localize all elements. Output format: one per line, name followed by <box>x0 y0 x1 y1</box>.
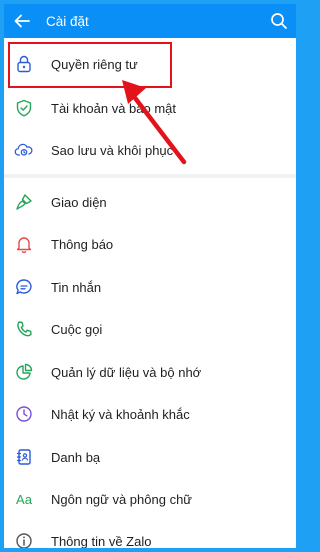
menu-item-label: Thông tin về Zalo <box>51 533 152 549</box>
phone-icon <box>14 319 34 339</box>
menu-item-label: Quản lý dữ liệu và bộ nhớ <box>51 364 202 380</box>
menu-item-label: Cuộc gọi <box>51 321 103 337</box>
lock-icon <box>14 54 34 74</box>
account-settings-group: Quyền riêng tư Tài khoản và bảo mật Sao … <box>4 38 296 174</box>
menu-item-data-storage[interactable]: Quản lý dữ liệu và bộ nhớ <box>4 351 296 393</box>
app-header: Cài đặt <box>4 4 296 38</box>
menu-item-label: Quyền riêng tư <box>51 56 138 72</box>
general-settings-group: Giao diện Thông báo Tin nhắn Cuộc gọi Qu… <box>4 178 296 548</box>
menu-item-messages[interactable]: Tin nhắn <box>4 266 296 308</box>
contact-book-icon <box>14 447 34 467</box>
menu-item-label: Giao diện <box>51 194 107 210</box>
menu-item-notifications[interactable]: Thông báo <box>4 223 296 265</box>
menu-item-about-zalo[interactable]: Thông tin về Zalo <box>4 520 296 548</box>
menu-item-language-font[interactable]: Aa Ngôn ngữ và phông chữ <box>4 478 296 520</box>
clock-icon <box>14 404 34 424</box>
font-aa-icon: Aa <box>14 489 34 509</box>
paintbrush-icon <box>14 192 34 212</box>
menu-item-label: Tài khoản và bảo mật <box>51 100 177 116</box>
menu-item-backup-restore[interactable]: Sao lưu và khôi phục <box>4 129 296 171</box>
cloud-sync-icon <box>14 140 34 160</box>
shield-icon <box>14 98 34 118</box>
menu-item-label: Ngôn ngữ và phông chữ <box>51 491 193 507</box>
page-title: Cài đặt <box>46 13 89 29</box>
menu-item-privacy[interactable]: Quyền riêng tư <box>4 43 296 85</box>
pie-chart-icon <box>14 362 34 382</box>
info-icon <box>14 531 34 548</box>
chat-bubble-icon <box>14 277 34 297</box>
menu-item-label: Sao lưu và khôi phục <box>51 142 174 158</box>
settings-screen: Cài đặt Quyền riêng tư Tài khoản và bảo … <box>4 4 296 548</box>
menu-item-journal-moments[interactable]: Nhật ký và khoảnh khắc <box>4 393 296 435</box>
menu-item-label: Tin nhắn <box>51 279 102 295</box>
back-button[interactable] <box>6 4 38 38</box>
arrow-left-icon <box>14 14 30 28</box>
search-button[interactable] <box>262 4 296 38</box>
menu-item-account-security[interactable]: Tài khoản và bảo mật <box>4 87 296 129</box>
search-icon <box>271 13 287 29</box>
menu-item-label: Danh bạ <box>51 449 101 465</box>
menu-item-contacts[interactable]: Danh bạ <box>4 436 296 478</box>
menu-item-calls[interactable]: Cuộc gọi <box>4 308 296 350</box>
menu-item-label: Thông báo <box>51 236 114 252</box>
menu-item-label: Nhật ký và khoảnh khắc <box>51 406 190 422</box>
font-aa-glyph: Aa <box>16 491 32 507</box>
menu-item-appearance[interactable]: Giao diện <box>4 181 296 223</box>
bell-icon <box>14 234 34 254</box>
